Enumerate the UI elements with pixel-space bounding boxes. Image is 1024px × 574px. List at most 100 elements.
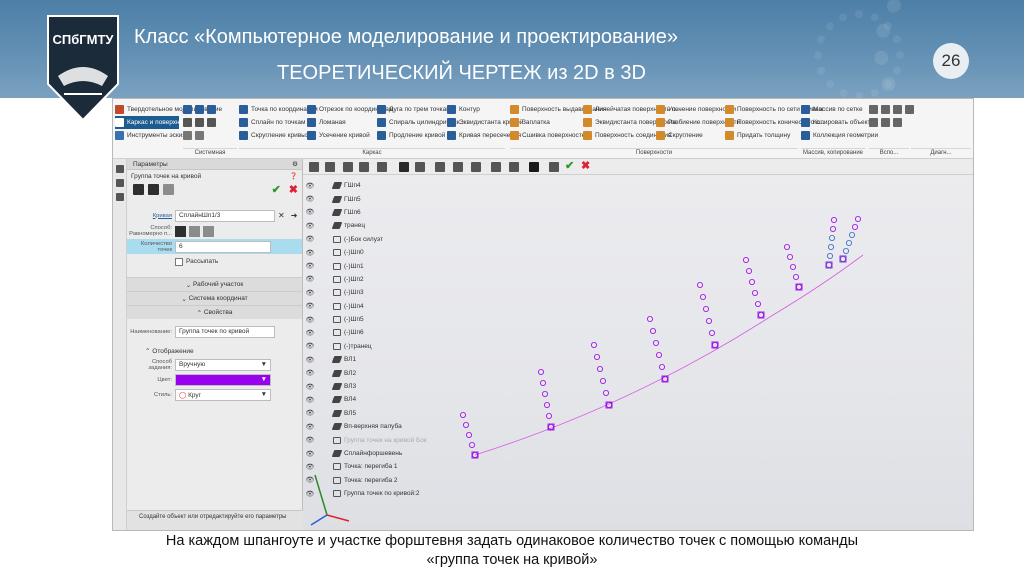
visibility-eye-icon[interactable]: 👁	[305, 383, 315, 391]
curve-label[interactable]: Кривая	[127, 213, 175, 219]
model-viewport[interactable]: ✔ ✖ 👁 ГШп4 👁 ГШп5 👁 ГШп6 👁 транец 👁 (-)Бок силуэт…	[303, 159, 973, 530]
filter-icon[interactable]	[529, 162, 539, 172]
style-select[interactable]: ◯ Круг ▼	[175, 388, 271, 401]
visibility-eye-icon[interactable]: 👁	[305, 262, 315, 270]
pan-icon[interactable]	[359, 162, 369, 172]
offset-curve-button[interactable]: Эквидистанта кривой	[447, 116, 523, 129]
trim-curve-button[interactable]: Усечение кривой	[307, 129, 373, 142]
cut-icon[interactable]	[195, 118, 204, 127]
blend-surface-button[interactable]: Поверхность соединения	[583, 129, 671, 142]
visibility-eye-icon[interactable]: 👁	[305, 235, 315, 243]
aux-tool-icon[interactable]	[869, 105, 878, 114]
visibility-eye-icon[interactable]: 👁	[305, 342, 315, 350]
contour-button[interactable]: Контур	[447, 103, 505, 116]
section-icon[interactable]	[435, 162, 445, 172]
visibility-eye-icon[interactable]: 👁	[305, 275, 315, 283]
visibility-eye-icon[interactable]: 👁	[305, 436, 315, 444]
tree-row[interactable]: 👁 ГШп4	[305, 179, 465, 192]
network-surface-button[interactable]: Поверхность по сети кривых	[725, 103, 823, 116]
visibility-eye-icon[interactable]: 👁	[305, 222, 315, 230]
diagnostic-icon[interactable]	[893, 118, 902, 127]
tree-row[interactable]: 👁 ВЛ3	[305, 380, 465, 393]
visibility-eye-icon[interactable]: 👁	[305, 450, 315, 458]
tree-icon[interactable]	[309, 162, 319, 172]
apply-icon[interactable]: ✔	[565, 159, 574, 172]
zoom-icon[interactable]	[325, 162, 335, 172]
panel-settings-icon[interactable]: ⚙	[292, 160, 298, 168]
points-cluster-icon[interactable]	[148, 183, 159, 195]
method2-select[interactable]: Вручную ▼	[175, 358, 271, 371]
geometry-collection-button[interactable]: Коллекция геометрии	[801, 129, 878, 142]
step-method-icon[interactable]	[189, 225, 200, 237]
point-by-coords-button[interactable]: Точка по координатам	[239, 103, 318, 116]
open-icon[interactable]	[195, 105, 204, 114]
visibility-eye-icon[interactable]: 👁	[305, 476, 315, 484]
tree-row[interactable]: 👁 (-)транец	[305, 340, 465, 353]
points-mode-icon[interactable]	[133, 183, 144, 195]
tree-row[interactable]: 👁 Группа точек по кривой:2	[305, 487, 465, 500]
aux-tool-icon[interactable]	[881, 105, 890, 114]
trim-surface-button[interactable]: Усечение поверхности	[656, 103, 736, 116]
display-mode-icon[interactable]	[399, 162, 409, 172]
menu-icon[interactable]	[115, 193, 124, 201]
aux-tool-icon[interactable]	[881, 118, 890, 127]
mode-solid-modeling[interactable]: Твердотельное моделирование	[115, 103, 222, 116]
redo-icon[interactable]	[195, 131, 204, 140]
intersection-curve-button[interactable]: Кривая пересечения	[447, 129, 521, 142]
tree-row[interactable]: 👁 ГШп5	[305, 192, 465, 205]
tree-row[interactable]: 👁 ВЛ1	[305, 353, 465, 366]
help-icon[interactable]: ❓	[290, 172, 298, 180]
tree-row[interactable]: 👁 (-)Шп0	[305, 246, 465, 259]
visibility-eye-icon[interactable]: 👁	[305, 356, 315, 364]
formula-icon[interactable]	[115, 179, 124, 187]
section-coordinate-system[interactable]: ⌄ Система координат	[127, 291, 302, 305]
visibility-eye-icon[interactable]: 👁	[305, 409, 315, 417]
name-input[interactable]: Группа точек по кривой	[175, 325, 275, 338]
fillet-surface-button[interactable]: Скругление	[656, 129, 720, 142]
visibility-eye-icon[interactable]: 👁	[305, 490, 315, 498]
render-icon[interactable]	[471, 162, 481, 172]
aux-tool-icon[interactable]	[869, 118, 878, 127]
tree-row[interactable]: 👁 ВЛ5	[305, 407, 465, 420]
new-doc-icon[interactable]	[183, 105, 192, 114]
tree-row[interactable]: 👁 (-)Шп3	[305, 286, 465, 299]
offset-surface-button[interactable]: Эквидистанта поверхности	[583, 116, 677, 129]
tree-row[interactable]: 👁 Точка: перегиба 2	[305, 474, 465, 487]
scatter-checkbox[interactable]	[175, 257, 183, 266]
visibility-eye-icon[interactable]: 👁	[305, 329, 315, 337]
stop-icon[interactable]: ✖	[581, 159, 590, 172]
section-properties[interactable]: ⌃ Свойства	[127, 305, 302, 319]
tree-row[interactable]: 👁 (-)Шп6	[305, 326, 465, 339]
next-arrow-icon[interactable]: ➜	[291, 211, 298, 220]
visibility-eye-icon[interactable]: 👁	[305, 249, 315, 257]
visibility-eye-icon[interactable]: 👁	[305, 208, 315, 216]
orientation-icon[interactable]	[377, 162, 387, 172]
tree-row[interactable]: 👁 Вп-верхняя палуба	[305, 420, 465, 433]
split-surface-button[interactable]: Разбиение поверхности	[656, 116, 740, 129]
color-picker[interactable]: ▼	[175, 373, 271, 386]
copy-objects-button[interactable]: Копировать объекты	[801, 116, 875, 129]
visibility-eye-icon[interactable]: 👁	[305, 316, 315, 324]
tree-row[interactable]: 👁 ВЛ2	[305, 366, 465, 379]
extrude-surface-button[interactable]: Поверхность выдавливания	[510, 103, 607, 116]
polyline-button[interactable]: Ломаная	[307, 116, 373, 129]
visibility-eye-icon[interactable]: 👁	[305, 182, 315, 190]
visibility-eye-icon[interactable]: 👁	[305, 195, 315, 203]
visibility-eye-icon[interactable]: 👁	[305, 289, 315, 297]
tree-row[interactable]: 👁 транец	[305, 219, 465, 232]
tree-row[interactable]: 👁 (-)Шп4	[305, 300, 465, 313]
visibility-eye-icon[interactable]: 👁	[305, 463, 315, 471]
segment-by-coords-button[interactable]: Отрезок по координатам	[307, 103, 393, 116]
count-input[interactable]: 6	[175, 240, 271, 253]
tree-row[interactable]: 👁 (-)Шп1	[305, 259, 465, 272]
tree-row[interactable]: 👁 Точка: перегиба 1	[305, 460, 465, 473]
mode-wireframe-surfaces[interactable]: Каркас и поверхности	[115, 116, 193, 129]
diagnostic-icon[interactable]	[905, 105, 914, 114]
thicken-button[interactable]: Придать толщину	[725, 129, 795, 142]
save-icon[interactable]	[207, 105, 216, 114]
layers-icon[interactable]	[509, 162, 519, 172]
patch-button[interactable]: Заплатка	[510, 116, 578, 129]
tree-row[interactable]: 👁 (-)Шп2	[305, 273, 465, 286]
confirm-icon[interactable]: ✔	[272, 183, 281, 196]
shading-icon[interactable]	[415, 162, 425, 172]
